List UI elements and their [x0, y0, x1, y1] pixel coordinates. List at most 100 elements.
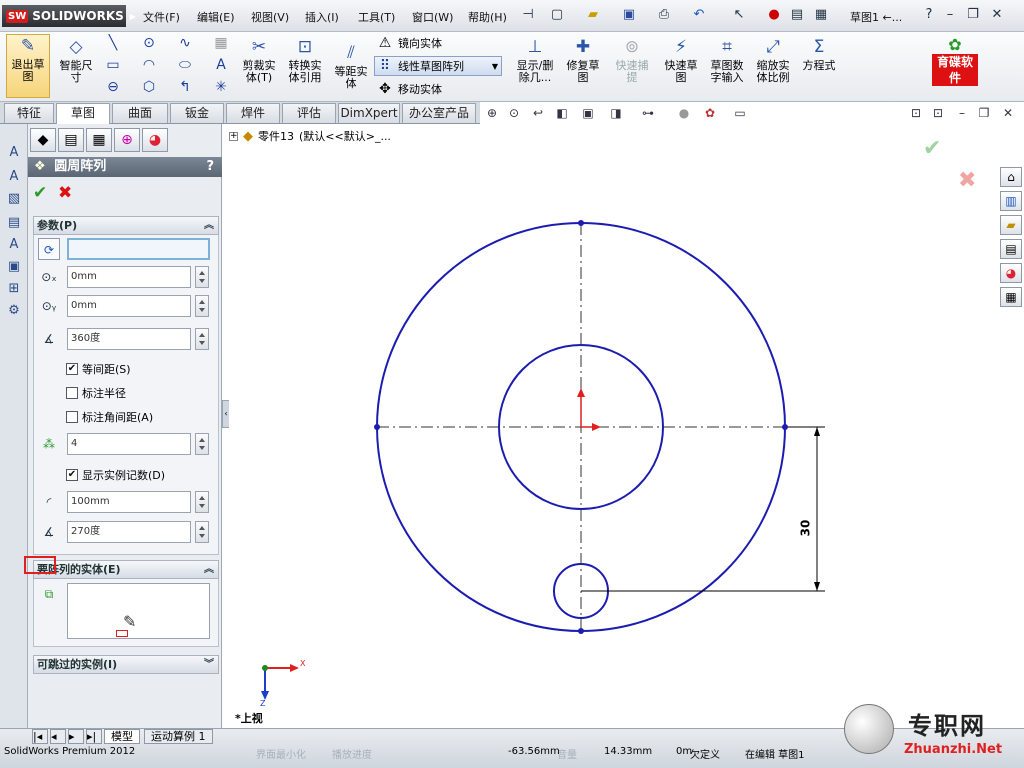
- dimension-text[interactable]: 30: [798, 520, 812, 537]
- view-palette-icon[interactable]: ▤: [1000, 239, 1022, 259]
- text-note-icon[interactable]: A: [5, 168, 23, 186]
- angle-field[interactable]: 360度: [67, 328, 191, 350]
- help-button[interactable]: ?: [206, 157, 214, 177]
- arc-angle-spinner[interactable]: [195, 521, 209, 543]
- config-manager-tab-icon[interactable]: ▦: [86, 128, 112, 152]
- undo-icon[interactable]: ↶: [690, 6, 708, 24]
- quick-snaps-button[interactable]: ⊚ 快速捕提: [612, 36, 652, 84]
- instance-count-field[interactable]: 4: [67, 433, 191, 455]
- entities-to-pattern-list[interactable]: ✎: [67, 583, 210, 639]
- spline-icon[interactable]: ∿: [176, 34, 194, 52]
- nav-last-icon[interactable]: ▸|: [86, 729, 102, 744]
- fillet-icon[interactable]: ↰: [176, 78, 194, 96]
- dimension-radius-checkbox[interactable]: 标注半径: [66, 385, 126, 401]
- dimension-angle-checkbox[interactable]: 标注角间距(A): [66, 409, 153, 425]
- grid-icon[interactable]: ▦: [212, 34, 230, 52]
- center-x-field[interactable]: 0mm: [67, 266, 191, 288]
- menu-tools[interactable]: 工具(T): [358, 9, 395, 25]
- rebuild-icon[interactable]: ●: [765, 6, 783, 24]
- doc-close-icon[interactable]: ✕: [1000, 105, 1016, 121]
- line-icon[interactable]: ╲: [104, 34, 122, 52]
- skip-instances-section-header[interactable]: 可跳过的实例(I) ︾: [33, 655, 219, 674]
- custom-properties-icon[interactable]: ▦: [1000, 287, 1022, 307]
- restore-window-icon[interactable]: ❐: [964, 6, 982, 24]
- tab-office-products[interactable]: 办公室产品: [402, 103, 476, 123]
- angle-spinner[interactable]: [195, 328, 209, 350]
- show-hide-relations-button[interactable]: ⊥ 显示/删除几...: [512, 36, 558, 84]
- text-icon[interactable]: A: [212, 56, 230, 74]
- layer-icon[interactable]: ⊞: [5, 280, 23, 298]
- parameters-section-header[interactable]: 参数(P) ︽: [33, 216, 219, 235]
- tab-model[interactable]: 模型: [104, 729, 140, 744]
- ok-checkmark-icon[interactable]: ✔: [33, 183, 47, 203]
- cancel-x-icon[interactable]: ✖: [58, 183, 72, 203]
- arc-angle-field[interactable]: 270度: [67, 521, 191, 543]
- center-point-select-box[interactable]: [67, 238, 210, 260]
- section-view-icon[interactable]: ◧: [554, 105, 570, 121]
- tab-sketch[interactable]: 草图: [56, 103, 110, 124]
- scale-entities-button[interactable]: ⤢ 缩放实体比例: [752, 36, 794, 84]
- annotation-icon[interactable]: ▤: [5, 214, 23, 232]
- tab-dimxpert[interactable]: DimXpert: [338, 103, 400, 123]
- instance-count-spinner[interactable]: [195, 433, 209, 455]
- help-icon[interactable]: ?: [920, 6, 938, 24]
- new-file-icon[interactable]: ▢: [548, 6, 566, 24]
- nav-first-icon[interactable]: |◂: [32, 729, 48, 744]
- convert-entities-button[interactable]: ⊡ 转换实体引用: [284, 36, 326, 84]
- tile-vertical-icon[interactable]: ⊡: [930, 105, 946, 121]
- tile-icon[interactable]: ⊡: [908, 105, 924, 121]
- rectangle-icon[interactable]: ▭: [104, 56, 122, 74]
- view-settings-icon[interactable]: ▭: [732, 105, 748, 121]
- design-library-icon[interactable]: ▥: [1000, 191, 1022, 211]
- zoom-to-fit-icon[interactable]: ⊕: [484, 105, 500, 121]
- menu-file[interactable]: 文件(F): [143, 9, 180, 25]
- minimize-window-icon[interactable]: –: [941, 6, 959, 24]
- point-icon[interactable]: ✳: [212, 78, 230, 96]
- options-icon[interactable]: ▤: [788, 6, 806, 24]
- mirror-entities-button[interactable]: ⚠ 镜向实体: [376, 34, 442, 52]
- close-window-icon[interactable]: ✕: [988, 6, 1006, 24]
- zoom-area-icon[interactable]: ⊙: [506, 105, 522, 121]
- equal-spacing-checkbox[interactable]: ✔ 等间距(S): [66, 361, 131, 377]
- note-icon[interactable]: A: [5, 144, 23, 162]
- graphics-area[interactable]: + ◆ 零件13 (默认<<默认>_... ✔ ✖ 30 X Z *上视 ⌂ ▥…: [229, 124, 1024, 728]
- block-icon[interactable]: A: [5, 236, 23, 254]
- tab-evaluate[interactable]: 评估: [282, 103, 336, 123]
- offset-entities-button[interactable]: ⫽ 等距实体: [330, 42, 372, 90]
- tab-motion-study[interactable]: 运动算例 1: [144, 729, 213, 744]
- linear-pattern-button[interactable]: ⠿ 线性草图阵列 ▼: [374, 56, 502, 76]
- pin-icon[interactable]: ⊣: [519, 6, 537, 24]
- appearance-icon[interactable]: ●: [676, 105, 692, 121]
- appearances-scenes-icon[interactable]: ◕: [1000, 263, 1022, 283]
- menu-insert[interactable]: 插入(I): [305, 9, 339, 25]
- move-entities-button[interactable]: ✥ 移动实体: [376, 80, 442, 98]
- app-logo[interactable]: SW SOLIDWORKS ▶: [2, 5, 136, 27]
- menu-help[interactable]: 帮助(H): [468, 9, 507, 25]
- file-explorer-icon[interactable]: ▰: [1000, 215, 1022, 235]
- entities-section-header[interactable]: 要阵列的实体(E) ︽: [33, 560, 219, 579]
- print-icon[interactable]: ⎙: [655, 6, 673, 24]
- save-icon[interactable]: ▣: [620, 6, 638, 24]
- tab-weldments[interactable]: 焊件: [226, 103, 280, 123]
- center-y-field[interactable]: 0mm: [67, 295, 191, 317]
- nav-prev-icon[interactable]: ◂: [50, 729, 66, 744]
- display-style-icon[interactable]: ◨: [608, 105, 624, 121]
- property-manager-tab-icon[interactable]: ▤: [58, 128, 84, 152]
- smart-dimension-button[interactable]: ◇ 智能尺寸: [56, 36, 96, 84]
- file-properties-icon[interactable]: ▦: [812, 6, 830, 24]
- dimxpert-tab-icon[interactable]: ⊕: [114, 128, 140, 152]
- menu-window[interactable]: 窗口(W): [412, 9, 453, 25]
- previous-view-icon[interactable]: ↩: [530, 105, 546, 121]
- circle-icon[interactable]: ⊙: [140, 34, 158, 52]
- menu-view[interactable]: 视图(V): [251, 9, 289, 25]
- radius-spinner[interactable]: [195, 491, 209, 513]
- ellipse-icon[interactable]: ⬭: [176, 56, 194, 74]
- open-folder-icon[interactable]: ▰: [584, 6, 602, 24]
- doc-minimize-icon[interactable]: –: [954, 105, 970, 121]
- arc-icon[interactable]: ◠: [140, 56, 158, 74]
- display-manager-tab-icon[interactable]: ◕: [142, 128, 168, 152]
- exit-sketch-button[interactable]: ✎ 退出草图: [6, 34, 50, 98]
- show-instance-count-checkbox[interactable]: ✔ 显示实例记数(D): [66, 467, 165, 483]
- equations-button[interactable]: Σ 方程式: [798, 36, 840, 72]
- reverse-direction-icon[interactable]: ⟳: [38, 238, 60, 260]
